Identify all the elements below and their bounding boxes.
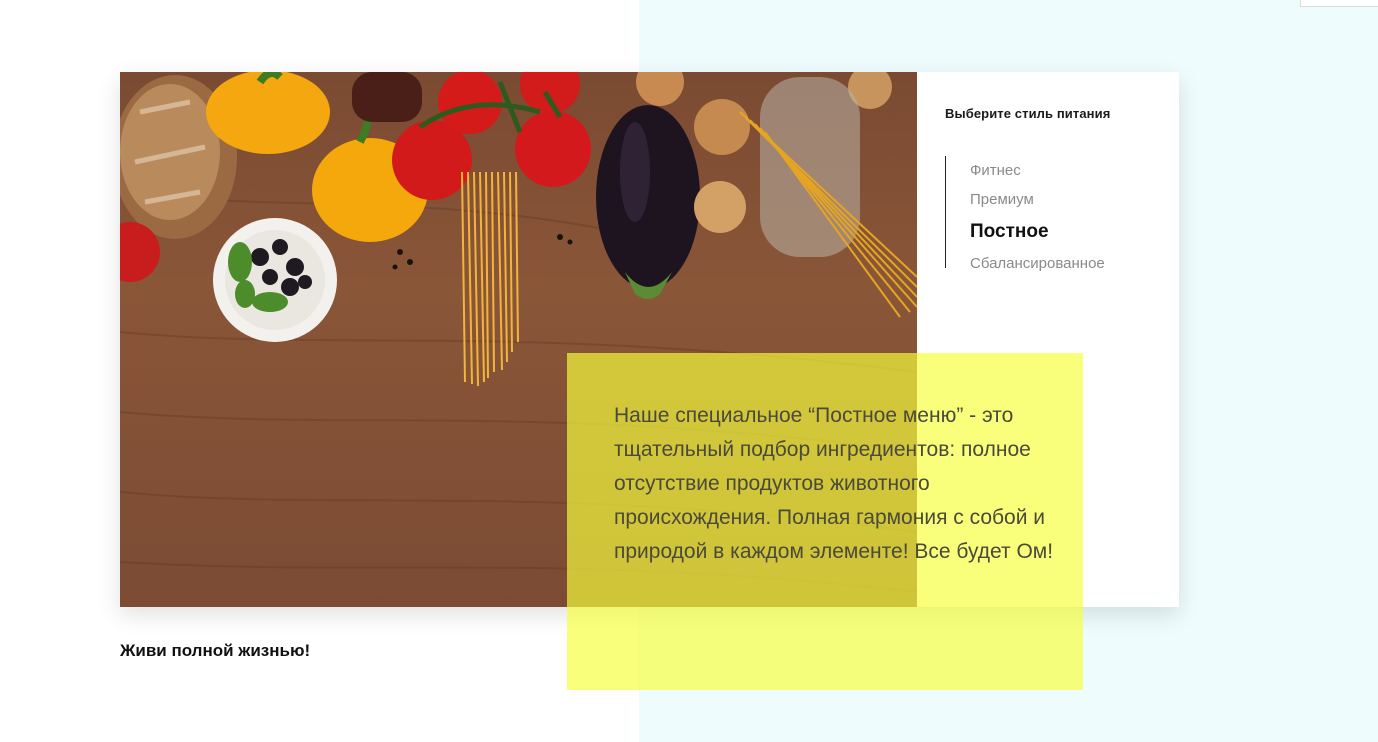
corner-panel (1300, 0, 1378, 7)
tagline: Живи полной жизнью! (120, 641, 311, 660)
diet-option-premium[interactable]: Премиум (970, 185, 1105, 214)
diet-style-title: Выберите стиль питания (945, 106, 1111, 121)
diet-option-fitness[interactable]: Фитнес (970, 156, 1105, 185)
diet-option-lenten[interactable]: Постное (970, 214, 1105, 249)
diet-option-balanced[interactable]: Сбалансированное (970, 249, 1105, 278)
description-text: Наше специальное “Постное меню” - это тщ… (614, 404, 1054, 563)
description-panel: Наше специальное “Постное меню” - это тщ… (567, 353, 1083, 690)
diet-style-menu: Фитнес Премиум Постное Сбалансированное (945, 156, 1105, 272)
